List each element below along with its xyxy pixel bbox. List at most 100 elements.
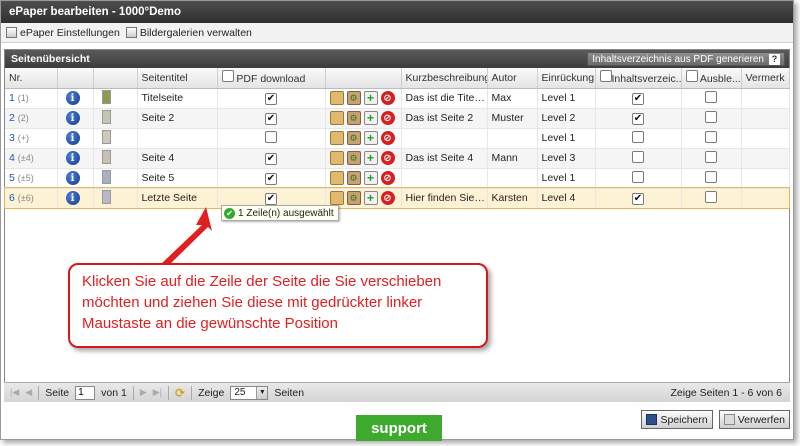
toc-checkbox[interactable]: ✔ bbox=[632, 92, 644, 105]
toc-checkbox[interactable] bbox=[632, 150, 644, 163]
cell-note[interactable] bbox=[741, 88, 790, 109]
table-row[interactable]: 4 (±4) i Seite 4 ✔ ⚙ + ⊘ Das ist Seite 4 Mann Lev… bbox=[5, 148, 790, 169]
first-page-icon[interactable]: |◀ bbox=[10, 387, 19, 398]
col-hide[interactable]: Ausble... bbox=[681, 68, 742, 89]
cell-note[interactable] bbox=[741, 168, 790, 189]
info-icon[interactable]: i bbox=[65, 191, 80, 205]
cell-author[interactable]: Muster bbox=[487, 108, 538, 129]
generate-toc-from-pdf-button[interactable]: Inhaltsverzeichnis aus PDF generieren ? bbox=[587, 52, 785, 66]
toc-checkbox[interactable] bbox=[632, 170, 644, 183]
delete-page-icon[interactable]: ⊘ bbox=[380, 151, 395, 165]
toc-checkbox[interactable]: ✔ bbox=[632, 192, 644, 205]
cell-indent[interactable]: Level 4 bbox=[537, 188, 596, 209]
cell-author[interactable] bbox=[487, 128, 538, 149]
info-icon[interactable]: i bbox=[65, 91, 80, 105]
cell-description[interactable]: Das ist Seite 4 bbox=[401, 148, 488, 169]
add-page-icon[interactable]: + bbox=[363, 171, 378, 185]
toc-all-checkbox[interactable] bbox=[599, 70, 612, 83]
pdf-download-checkbox[interactable]: ✔ bbox=[265, 92, 277, 105]
image-settings-icon[interactable]: ⚙ bbox=[346, 171, 361, 185]
add-page-icon[interactable]: + bbox=[363, 131, 378, 145]
cell-author[interactable] bbox=[487, 168, 538, 189]
info-icon[interactable]: i bbox=[65, 131, 80, 145]
image-settings-icon[interactable]: ⚙ bbox=[346, 151, 361, 165]
refresh-icon[interactable]: ⟳ bbox=[175, 386, 185, 400]
last-page-icon[interactable]: ▶| bbox=[153, 387, 162, 398]
col-indent[interactable]: Einrückung bbox=[537, 68, 596, 89]
image-settings-icon[interactable]: ⚙ bbox=[346, 131, 361, 145]
col-note[interactable]: Vermerk bbox=[741, 68, 790, 89]
cell-indent[interactable]: Level 1 bbox=[537, 128, 596, 149]
cell-title[interactable] bbox=[137, 128, 218, 149]
prev-page-icon[interactable]: ◀ bbox=[25, 387, 32, 398]
edit-page-icon[interactable] bbox=[329, 191, 344, 205]
edit-page-icon[interactable] bbox=[329, 91, 344, 105]
table-row[interactable]: 5 (±5) i Seite 5 ✔ ⚙ + ⊘ Level 1 bbox=[5, 168, 790, 189]
cell-author[interactable]: Max bbox=[487, 88, 538, 109]
hide-checkbox[interactable] bbox=[705, 170, 717, 183]
menu-epaper-settings[interactable]: ePaper Einstellungen bbox=[6, 27, 120, 39]
cell-indent[interactable]: Level 3 bbox=[537, 148, 596, 169]
info-icon[interactable]: i bbox=[65, 151, 80, 165]
col-author[interactable]: Autor bbox=[487, 68, 538, 89]
cell-description[interactable]: Das ist Seite 2 bbox=[401, 108, 488, 129]
cell-note[interactable] bbox=[741, 148, 790, 169]
delete-page-icon[interactable]: ⊘ bbox=[380, 171, 395, 185]
col-nr[interactable]: Nr. bbox=[5, 68, 58, 89]
image-settings-icon[interactable]: ⚙ bbox=[346, 191, 361, 205]
cell-author[interactable]: Karsten bbox=[487, 188, 538, 209]
table-row[interactable]: 1 (1)iTitelseite✔⚙+⊘Das ist die Titelsei… bbox=[5, 88, 790, 109]
toc-checkbox[interactable]: ✔ bbox=[632, 112, 644, 125]
cell-description[interactable]: Das ist die Titelseite bbox=[401, 88, 488, 109]
delete-page-icon[interactable]: ⊘ bbox=[380, 131, 395, 145]
col-toc[interactable]: Inhaltsverzeic... bbox=[595, 68, 682, 89]
cell-indent[interactable]: Level 2 bbox=[537, 108, 596, 129]
cell-description[interactable] bbox=[401, 168, 488, 189]
cell-title[interactable]: Seite 5 bbox=[137, 168, 218, 189]
pdf-download-all-checkbox[interactable] bbox=[221, 70, 234, 83]
edit-page-icon[interactable] bbox=[329, 131, 344, 145]
page-number-input[interactable] bbox=[75, 385, 96, 400]
cell-description[interactable] bbox=[401, 128, 488, 149]
pdf-download-checkbox[interactable]: ✔ bbox=[265, 152, 277, 165]
info-icon[interactable]: i bbox=[65, 111, 80, 125]
col-description[interactable]: Kurzbeschreibung bbox=[401, 68, 488, 89]
hide-all-checkbox[interactable] bbox=[685, 70, 698, 83]
discard-button[interactable]: Verwerfen bbox=[718, 410, 790, 429]
per-page-select[interactable]: 25 ▼ bbox=[230, 385, 269, 400]
toc-checkbox[interactable] bbox=[632, 130, 644, 143]
edit-page-icon[interactable] bbox=[329, 111, 344, 125]
table-row[interactable]: 2 (2) i Seite 2 ✔ ⚙ + ⊘ Das ist Seite 2 Muster Le… bbox=[5, 108, 790, 129]
add-page-icon[interactable]: + bbox=[363, 91, 378, 105]
cell-title[interactable]: Titelseite bbox=[137, 88, 218, 109]
col-title[interactable]: Seitentitel bbox=[137, 68, 218, 89]
support-button[interactable]: support bbox=[356, 415, 442, 441]
col-pdf-download[interactable]: PDF download bbox=[217, 68, 326, 89]
cell-note[interactable] bbox=[741, 108, 790, 129]
table-row[interactable]: 3 (+) i ⚙ + ⊘ Level 1 bbox=[5, 128, 790, 149]
pdf-download-checkbox[interactable]: ✔ bbox=[265, 172, 277, 185]
add-page-icon[interactable]: + bbox=[363, 151, 378, 165]
help-icon[interactable]: ? bbox=[769, 53, 780, 65]
edit-page-icon[interactable] bbox=[329, 171, 344, 185]
save-button[interactable]: Speichern bbox=[641, 410, 713, 429]
cell-indent[interactable]: Level 1 bbox=[537, 168, 596, 189]
hide-checkbox[interactable] bbox=[705, 150, 717, 163]
next-page-icon[interactable]: ▶ bbox=[140, 387, 147, 398]
edit-page-icon[interactable] bbox=[329, 151, 344, 165]
image-settings-icon[interactable]: ⚙ bbox=[346, 91, 361, 105]
delete-page-icon[interactable]: ⊘ bbox=[380, 191, 395, 205]
cell-title[interactable]: Seite 4 bbox=[137, 148, 218, 169]
add-page-icon[interactable]: + bbox=[363, 111, 378, 125]
cell-description[interactable]: Hier finden Sie w... bbox=[401, 188, 488, 209]
delete-page-icon[interactable]: ⊘ bbox=[380, 111, 395, 125]
pdf-download-checkbox[interactable] bbox=[265, 130, 277, 143]
hide-checkbox[interactable] bbox=[705, 190, 717, 203]
delete-page-icon[interactable]: ⊘ bbox=[380, 91, 395, 105]
cell-title[interactable]: Seite 2 bbox=[137, 108, 218, 129]
hide-checkbox[interactable] bbox=[705, 110, 717, 123]
hide-checkbox[interactable] bbox=[705, 130, 717, 143]
pdf-download-checkbox[interactable]: ✔ bbox=[265, 112, 277, 125]
info-icon[interactable]: i bbox=[65, 171, 80, 185]
hide-checkbox[interactable] bbox=[705, 90, 717, 103]
